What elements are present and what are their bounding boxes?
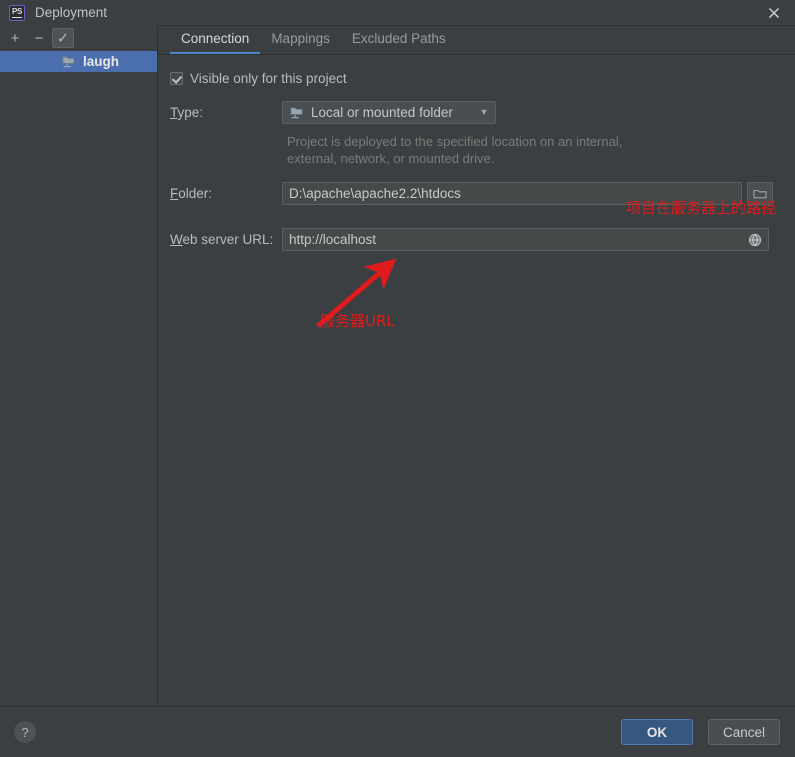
minus-icon: − <box>34 29 44 47</box>
add-server-button[interactable]: + <box>4 28 26 48</box>
server-list-toolbar: + − ✓ <box>0 25 157 51</box>
web-server-url-input-value: http://localhost <box>289 232 377 247</box>
connection-pane: Connection Mappings Excluded Paths Visib… <box>158 25 795 706</box>
type-label: Type: <box>170 105 282 120</box>
folder-label-mnemonic: F <box>170 186 179 201</box>
local-folder-icon <box>290 107 303 118</box>
check-icon: ✓ <box>56 29 70 47</box>
type-description: Project is deployed to the specified loc… <box>287 134 623 166</box>
type-combobox[interactable]: Local or mounted folder ▼ <box>282 101 496 124</box>
folder-label: Folder: <box>170 186 282 201</box>
cancel-button[interactable]: Cancel <box>707 719 780 745</box>
tab-connection[interactable]: Connection <box>170 25 261 54</box>
phpstorm-icon: PS <box>9 4 25 21</box>
window-title: Deployment <box>35 5 108 20</box>
dialog-body: + − ✓ laugh Connection Mappings Excluded… <box>0 25 795 707</box>
phpstorm-icon-label: PS <box>11 6 23 16</box>
tab-bar: Connection Mappings Excluded Paths <box>158 25 795 55</box>
server-list-item-label: laugh <box>83 54 119 69</box>
annotation-url-note: 服务器URL <box>320 312 395 330</box>
use-as-default-button[interactable]: ✓ <box>52 28 74 48</box>
local-folder-server-glyph <box>62 56 75 67</box>
title-bar: PS Deployment <box>0 0 795 26</box>
type-label-rest: ype: <box>177 105 204 120</box>
folder-input-value: D:\apache\apache2.2\htdocs <box>289 186 461 201</box>
type-combobox-value: Local or mounted folder <box>311 105 453 120</box>
type-row: Type: Local or mounted folder ▼ <box>170 101 795 124</box>
server-list: laugh <box>0 51 157 706</box>
web-server-url-label: Web server URL: <box>170 232 282 247</box>
tab-excluded-paths[interactable]: Excluded Paths <box>341 25 457 53</box>
server-list-item-laugh[interactable]: laugh <box>0 51 157 72</box>
annotation-path-note: 项目在服务器上的路径 <box>626 199 777 217</box>
close-glyph <box>769 7 779 18</box>
web-server-url-label-rest: eb server URL: <box>182 232 274 247</box>
ok-button[interactable]: OK <box>620 719 693 745</box>
chevron-down-icon: ▼ <box>479 107 489 117</box>
help-button[interactable]: ? <box>14 721 36 743</box>
visible-only-row: Visible only for this project <box>170 66 795 90</box>
local-folder-server-icon <box>62 55 77 69</box>
globe-icon[interactable] <box>747 232 763 248</box>
remove-server-button[interactable]: − <box>28 28 50 48</box>
web-server-url-row: Web server URL: http://localhost <box>170 228 795 251</box>
server-list-pane: + − ✓ laugh <box>0 25 158 706</box>
plus-icon: + <box>10 29 20 47</box>
folder-label-rest: older: <box>178 186 213 201</box>
visible-only-checkbox[interactable] <box>170 71 183 85</box>
globe-glyph <box>748 233 762 247</box>
type-label-mnemonic: T <box>170 105 178 120</box>
dialog-footer: ? OK Cancel <box>0 707 795 757</box>
web-server-url-label-mnemonic: W <box>170 232 183 247</box>
connection-form: Visible only for this project Type: Loca… <box>158 55 795 251</box>
close-icon[interactable] <box>753 0 795 25</box>
visible-only-label: Visible only for this project <box>190 70 347 86</box>
tab-mappings[interactable]: Mappings <box>260 25 341 53</box>
web-server-url-input[interactable]: http://localhost <box>282 228 769 251</box>
